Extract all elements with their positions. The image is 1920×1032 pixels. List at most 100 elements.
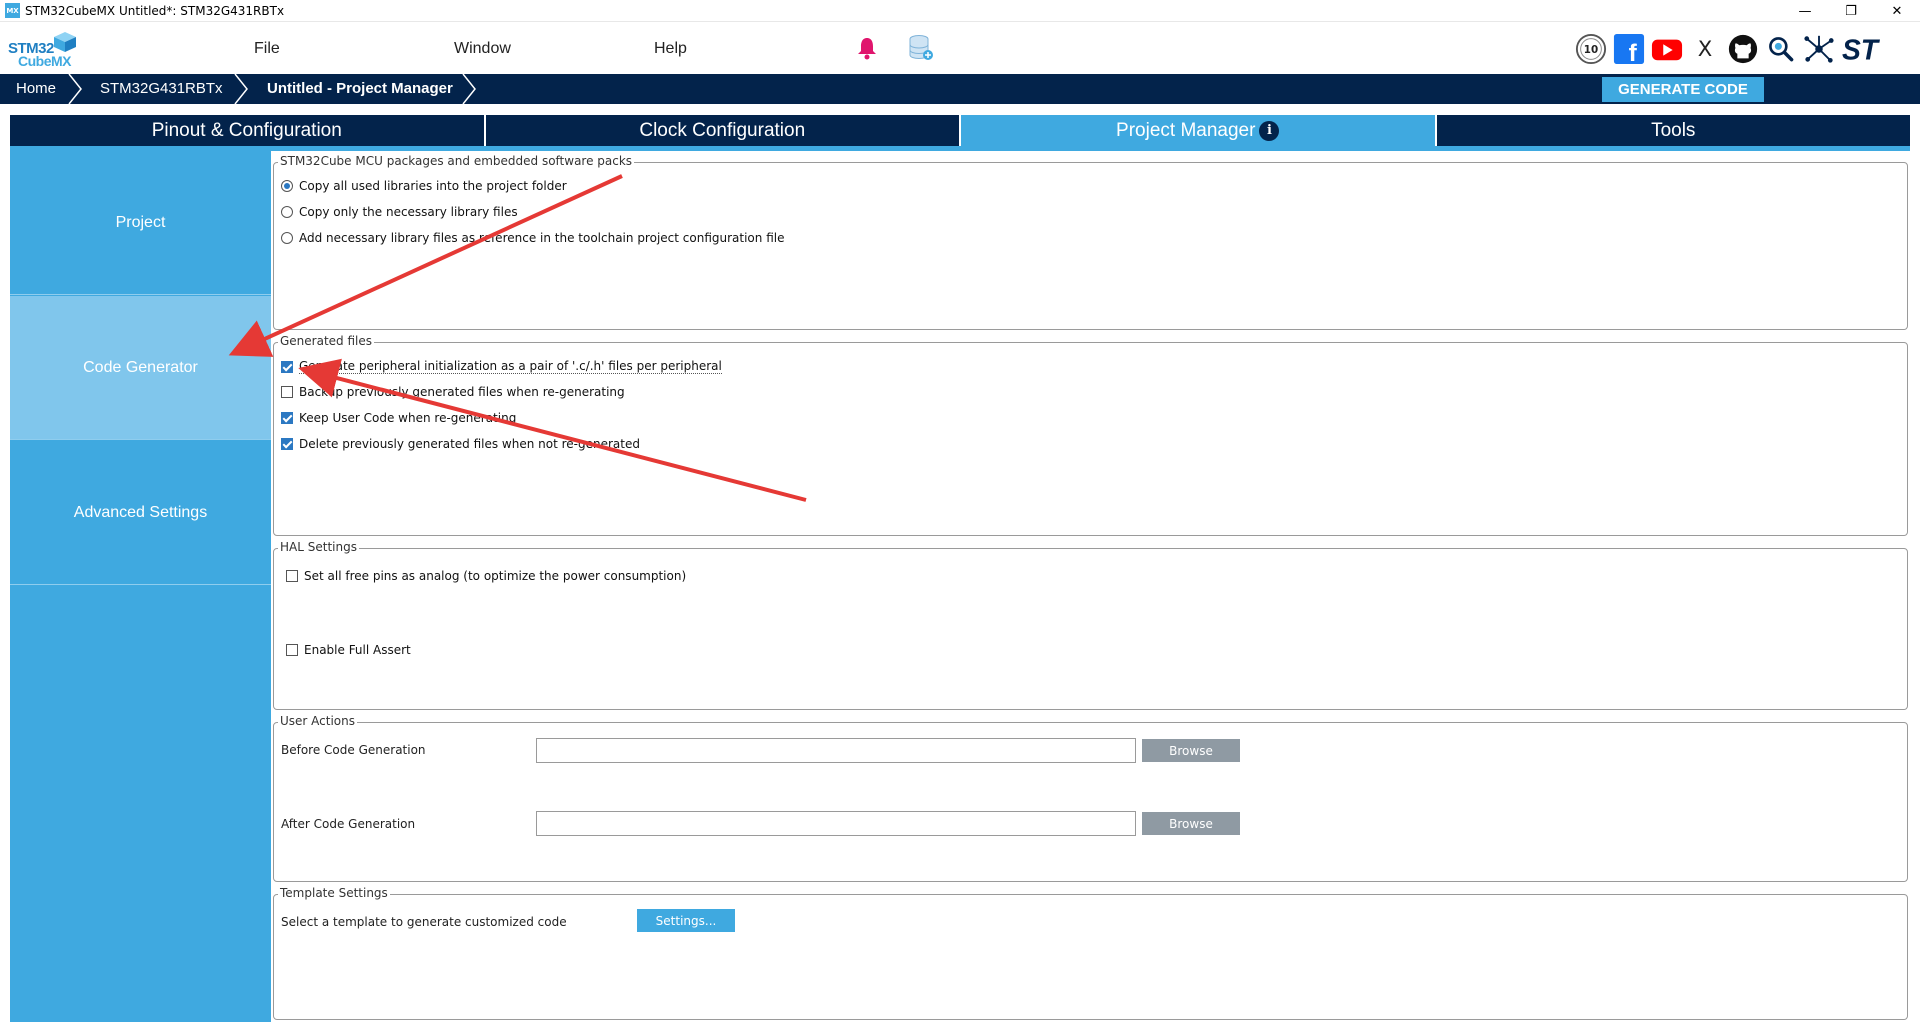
section-legend: User Actions xyxy=(278,714,357,728)
option-free-pins-analog[interactable]: Set all free pins as analog (to optimize… xyxy=(286,569,686,583)
badge-number: 10 xyxy=(1584,44,1598,56)
breadcrumb-home[interactable]: Home xyxy=(16,74,56,104)
title-bar: MX STM32CubeMX Untitled*: STM32G431RBTx … xyxy=(0,0,1920,22)
window-title: STM32CubeMX Untitled*: STM32G431RBTx xyxy=(25,3,285,18)
tab-label: Tools xyxy=(1651,119,1696,141)
network-icon[interactable] xyxy=(1802,32,1836,66)
breadcrumb-current[interactable]: Untitled - Project Manager xyxy=(267,74,453,104)
generated-files-section: Generated files Generate peripheral init… xyxy=(273,334,1908,536)
st-logo-text: ST xyxy=(1842,33,1881,65)
facebook-glyph: f xyxy=(1629,40,1638,65)
section-legend: Template Settings xyxy=(278,886,390,900)
cube-icon xyxy=(54,32,76,52)
tab-pinout-configuration[interactable]: Pinout & Configuration xyxy=(10,115,484,146)
option-backup-generated[interactable]: Backup previously generated files when r… xyxy=(281,385,625,399)
sidebar-item-label: Advanced Settings xyxy=(73,503,208,521)
checkbox[interactable] xyxy=(286,644,298,656)
radio-button[interactable] xyxy=(281,232,293,244)
search-icon[interactable] xyxy=(1764,32,1798,66)
tab-label: Pinout & Configuration xyxy=(151,119,342,141)
sidebar-item-label: Code Generator xyxy=(83,358,198,376)
option-keep-user-code[interactable]: Keep User Code when re-generating xyxy=(281,411,516,425)
minimize-button[interactable]: — xyxy=(1782,0,1828,22)
checkbox[interactable] xyxy=(281,438,293,450)
restore-button[interactable]: ❐ xyxy=(1828,0,1874,22)
after-generation-input[interactable] xyxy=(536,811,1136,836)
anniversary-badge-icon[interactable]: 10 xyxy=(1574,32,1608,66)
stm32cubemx-logo: STM32 CubeMX xyxy=(8,32,78,69)
close-button[interactable]: ✕ xyxy=(1874,0,1920,22)
x-glyph: X xyxy=(1698,36,1713,61)
tab-project-manager[interactable]: Project Manager i xyxy=(961,115,1435,146)
bell-icon[interactable] xyxy=(856,36,878,60)
info-icon[interactable]: i xyxy=(1259,120,1280,141)
section-legend: HAL Settings xyxy=(278,540,359,554)
tab-clock-configuration[interactable]: Clock Configuration xyxy=(485,115,959,146)
option-label: Set all free pins as analog (to optimize… xyxy=(304,569,687,583)
breadcrumb-mcu[interactable]: STM32G431RBTx xyxy=(100,74,223,104)
app-icon: MX xyxy=(5,3,20,18)
template-label: Select a template to generate customized… xyxy=(281,915,567,929)
option-label: Copy all used libraries into the project… xyxy=(299,179,567,193)
radio-button[interactable] xyxy=(281,180,293,192)
x-icon[interactable]: X xyxy=(1688,32,1722,66)
database-icon[interactable] xyxy=(908,34,934,62)
chevron-right-icon xyxy=(462,74,476,104)
hal-settings-section: HAL Settings Set all free pins as analog… xyxy=(273,540,1908,710)
after-generation-label: After Code Generation xyxy=(281,817,416,831)
checkbox[interactable] xyxy=(281,360,293,373)
template-settings-button[interactable]: Settings... xyxy=(637,909,735,932)
sidebar-item-code-generator[interactable]: Code Generator xyxy=(10,296,271,440)
main-tabs: Pinout & Configuration Clock Configurati… xyxy=(10,115,1910,146)
facebook-icon[interactable]: f xyxy=(1612,32,1646,66)
tab-underline xyxy=(10,146,1910,151)
option-copy-all-libraries[interactable]: Copy all used libraries into the project… xyxy=(281,179,567,193)
packages-section: STM32Cube MCU packages and embedded soft… xyxy=(273,154,1908,330)
browse-after-button[interactable]: Browse xyxy=(1142,812,1240,835)
sidebar-item-label: Project xyxy=(115,213,166,231)
section-legend: Generated files xyxy=(278,334,375,348)
github-icon[interactable] xyxy=(1726,32,1760,66)
tab-label: Project Manager xyxy=(1116,119,1256,141)
menu-window[interactable]: Window xyxy=(454,40,511,58)
option-label: Generate peripheral initialization as a … xyxy=(299,359,722,374)
window-controls: — ❐ ✕ xyxy=(1782,0,1920,22)
checkbox[interactable] xyxy=(286,570,298,582)
before-generation-input[interactable] xyxy=(536,738,1136,763)
tab-label: Clock Configuration xyxy=(639,119,806,141)
sidebar-item-project[interactable]: Project xyxy=(10,151,271,295)
checkbox[interactable] xyxy=(281,412,293,424)
option-copy-necessary-files[interactable]: Copy only the necessary library files xyxy=(281,205,518,219)
template-settings-section: Template Settings Select a template to g… xyxy=(273,886,1908,1020)
option-label: Backup previously generated files when r… xyxy=(299,385,625,399)
project-manager-sidebar: Project Code Generator Advanced Settings xyxy=(10,151,271,1022)
option-delete-not-regenerated[interactable]: Delete previously generated files when n… xyxy=(281,437,640,451)
app-window: MX STM32CubeMX Untitled*: STM32G431RBTx … xyxy=(0,0,1920,1032)
option-generate-peripheral-pair[interactable]: Generate peripheral initialization as a … xyxy=(281,359,722,374)
browse-before-button[interactable]: Browse xyxy=(1142,739,1240,762)
breadcrumb: Home STM32G431RBTx Untitled - Project Ma… xyxy=(0,74,1920,104)
option-add-as-reference[interactable]: Add necessary library files as reference… xyxy=(281,231,784,245)
logo-text-cubemx: CubeMX xyxy=(18,53,72,69)
menu-bar: STM32 CubeMX File Window Help 10 f X ST xyxy=(0,22,1920,74)
chevron-right-icon xyxy=(68,74,82,104)
sidebar-item-advanced-settings[interactable]: Advanced Settings xyxy=(10,441,271,585)
st-logo-icon[interactable]: ST xyxy=(1838,32,1882,66)
youtube-icon[interactable] xyxy=(1650,32,1684,66)
option-label: Add necessary library files as reference… xyxy=(299,231,785,245)
menu-help[interactable]: Help xyxy=(654,40,687,58)
option-label: Enable Full Assert xyxy=(304,643,411,657)
menu-file[interactable]: File xyxy=(254,40,280,58)
section-legend: STM32Cube MCU packages and embedded soft… xyxy=(278,154,635,168)
tab-tools[interactable]: Tools xyxy=(1436,115,1910,146)
option-enable-full-assert[interactable]: Enable Full Assert xyxy=(286,643,411,657)
option-label: Delete previously generated files when n… xyxy=(299,437,640,451)
option-label: Keep User Code when re-generating xyxy=(299,411,517,425)
checkbox[interactable] xyxy=(281,386,293,398)
user-actions-section: User Actions Before Code Generation Brow… xyxy=(273,714,1908,882)
radio-button[interactable] xyxy=(281,206,293,218)
generate-code-button[interactable]: GENERATE CODE xyxy=(1602,77,1764,102)
option-label: Copy only the necessary library files xyxy=(299,205,518,219)
before-generation-label: Before Code Generation xyxy=(281,743,426,757)
chevron-right-icon xyxy=(234,74,248,104)
